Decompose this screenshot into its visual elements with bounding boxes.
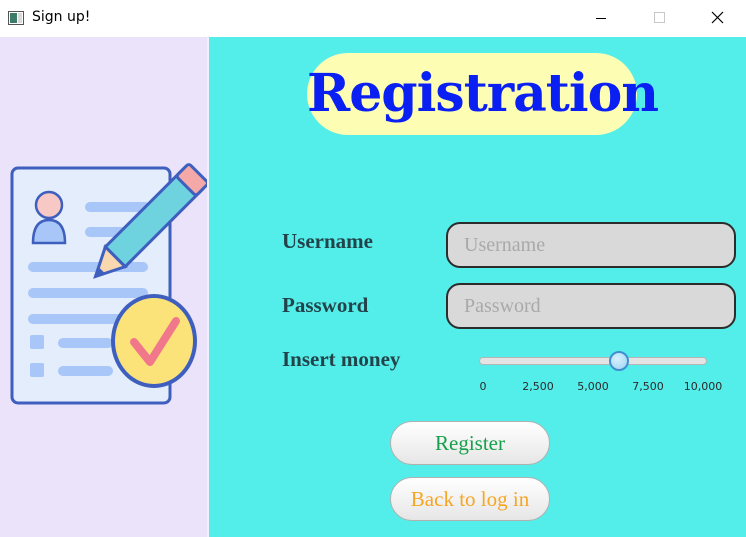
password-label: Password [282, 293, 369, 317]
maximize-icon [654, 12, 665, 23]
app-icon [8, 11, 24, 25]
minimize-button[interactable] [578, 0, 624, 37]
slider-tick-label: 2,500 [522, 380, 554, 393]
slider-tick-label: 5,000 [577, 380, 609, 393]
close-icon [711, 11, 724, 24]
page-title: Registration [307, 63, 659, 124]
window-title: Sign up! [32, 9, 91, 25]
slider-tick-label: 0 [479, 380, 487, 393]
minimize-icon [596, 18, 606, 19]
slider-tick-label: 10,000 [683, 380, 723, 393]
maximize-button[interactable] [636, 0, 682, 37]
title-bar: Sign up! [0, 0, 746, 37]
registration-form-icon [10, 163, 209, 405]
password-input[interactable] [446, 283, 736, 329]
back-to-login-button[interactable]: Back to log in [390, 477, 550, 521]
register-button[interactable]: Register [390, 421, 550, 465]
close-button[interactable] [694, 0, 740, 37]
username-label: Username [282, 229, 373, 253]
username-input[interactable] [446, 222, 736, 268]
slider-tick-label: 7,500 [632, 380, 664, 393]
money-label: Insert money [282, 347, 401, 371]
illustration-panel [0, 37, 209, 537]
money-slider-track[interactable] [479, 357, 707, 365]
